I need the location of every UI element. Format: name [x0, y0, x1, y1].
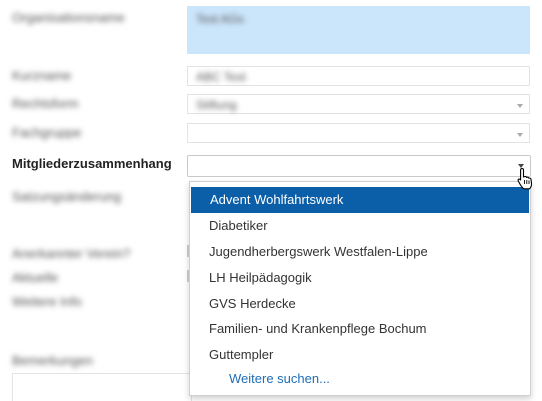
- chevron-down-icon: [517, 133, 523, 137]
- more-results-link[interactable]: Weitere suchen...: [190, 366, 530, 392]
- bemerkungen-label: Bemerkungen: [12, 353, 93, 368]
- rechtsform-value: Stiftung: [196, 98, 237, 112]
- org-name-field[interactable]: Test AGs: [187, 6, 530, 54]
- dropdown-option[interactable]: Guttempler: [190, 342, 530, 368]
- org-name-value: Test AGs: [196, 12, 245, 26]
- bemerkungen-textarea[interactable]: [12, 373, 192, 401]
- mitglieder-dropdown-list: Advent Wohlfahrtswerk Diabetiker Jugendh…: [189, 181, 531, 396]
- anerkannt-label: Anerkannter Verein?: [12, 246, 131, 261]
- dropdown-option[interactable]: Diabetiker: [190, 213, 530, 239]
- mitglieder-select[interactable]: [187, 155, 531, 177]
- org-name-label: Organisationsname: [12, 10, 125, 25]
- rechtsform-select[interactable]: Stiftung: [187, 94, 530, 114]
- aktuelle-label: Aktuelle: [12, 270, 59, 285]
- dropdown-option[interactable]: GVS Herdecke: [190, 291, 530, 317]
- satzung-label: Satzungsänderung: [12, 189, 122, 204]
- dropdown-option[interactable]: Jugendherbergswerk Westfalen-Lippe: [190, 239, 530, 265]
- dropdown-option[interactable]: Familien- und Krankenpflege Bochum: [190, 316, 530, 342]
- kurzname-value: ABC Test: [196, 70, 246, 84]
- weitere-label: Weitere Info: [12, 294, 82, 309]
- kurzname-field[interactable]: ABC Test: [187, 66, 530, 86]
- fachgruppe-label: Fachgruppe: [12, 125, 82, 140]
- dropdown-option[interactable]: Advent Wohlfahrtswerk: [191, 187, 529, 213]
- chevron-down-icon: [517, 104, 523, 108]
- kurzname-label: Kurzname: [12, 68, 72, 83]
- fachgruppe-select[interactable]: [187, 123, 530, 143]
- mitglieder-label: Mitgliederzusammenhang: [12, 156, 172, 171]
- dropdown-option[interactable]: LH Heilpädagogik: [190, 265, 530, 291]
- rechtsform-label: Rechtsform: [12, 96, 79, 111]
- hand-pointer-icon: [517, 167, 533, 190]
